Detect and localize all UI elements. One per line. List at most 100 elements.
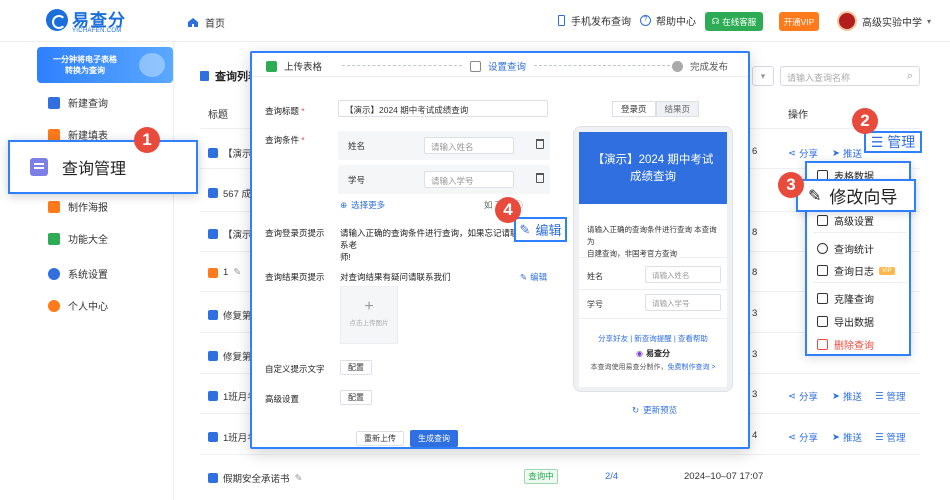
query-conditions-label: 查询条件 * xyxy=(265,134,305,146)
table-row-title[interactable]: 修复第 xyxy=(208,349,252,363)
filter-select[interactable]: ▾ xyxy=(752,66,774,86)
edit-icon[interactable]: ✎ xyxy=(233,267,241,278)
vip-button[interactable]: 开通VIP xyxy=(779,12,819,31)
table-row-title[interactable]: 【演示 xyxy=(208,146,252,160)
tip-line: 请输入正确的查询条件进行查询，如果忘记请联系老 xyxy=(340,228,519,250)
row-divider xyxy=(200,454,920,455)
menu-item-export[interactable]: 导出数据 xyxy=(817,314,874,329)
table-row-title[interactable]: 修复第 xyxy=(208,308,252,322)
send-icon: ➤ xyxy=(832,147,840,159)
menu-item-clone[interactable]: 克隆查询 xyxy=(817,291,874,306)
preview-description: 请输入正确的查询条件进行查询 本查询为 自建查询，非国考官方查询 xyxy=(587,224,721,260)
preview-id-label: 学号 xyxy=(587,300,603,309)
config-button[interactable]: 配置 xyxy=(340,360,372,375)
pencil-icon: ✎ xyxy=(808,187,822,205)
home-icon xyxy=(188,18,198,27)
link-label: 选择更多 xyxy=(351,200,386,210)
push-label: 推送 xyxy=(842,392,862,403)
preview-brand: ◉ 易查分 xyxy=(579,348,727,359)
callout-edit[interactable]: ✎ 编辑 xyxy=(514,217,567,242)
new-form-icon xyxy=(48,128,60,141)
menu-item-advanced[interactable]: 高级设置 xyxy=(817,213,874,228)
edit-icon[interactable]: ✎ xyxy=(295,473,303,484)
menu-icon: ☰ xyxy=(875,390,884,402)
column-header-title: 标题 xyxy=(208,110,228,121)
trash-icon[interactable] xyxy=(536,139,544,149)
preview-footer: 本查询使用易查分制作，免费制作查询 > xyxy=(579,362,727,372)
login-tip-text: 请输入正确的查询条件进行查询，如果忘记请联系老 师! xyxy=(340,227,520,263)
edit-link[interactable]: ✎ 编辑 xyxy=(520,271,547,283)
preview-divider xyxy=(579,289,727,290)
result-tip-label: 查询结果页提示 xyxy=(265,272,325,282)
pencil-icon: ✎ xyxy=(520,272,528,282)
manage-link[interactable]: ☰ 管理 xyxy=(875,389,906,404)
push-link[interactable]: ➤ 推送 xyxy=(832,430,862,445)
table-row-title[interactable]: 567 成 xyxy=(208,186,251,200)
callout-query-management[interactable]: 查询管理 xyxy=(8,140,198,194)
menu-item-log[interactable]: 查询日志 VIP xyxy=(817,263,895,278)
callout-manage[interactable]: ☰ 管理 xyxy=(864,131,922,153)
preview-title-line: 【演示】2024 期中考试 xyxy=(592,154,714,166)
row-title-text: 修复第 xyxy=(223,352,252,363)
step-number-badge: 3 xyxy=(778,172,804,198)
menu-item-delete[interactable]: 删除查询 xyxy=(817,337,874,352)
wizard-steps: 上传表格 设置查询 完成发布 xyxy=(252,53,748,77)
push-link[interactable]: ➤ 推送 xyxy=(832,146,862,161)
row-title-text: 修复第 xyxy=(223,311,252,322)
table-row-title[interactable]: 【演示 xyxy=(208,227,252,241)
table-row-title[interactable]: 假期安全承诺书 ✎ xyxy=(208,471,302,485)
condition-placeholder-input[interactable]: 请输入姓名 xyxy=(424,137,514,154)
sidebar-item-settings[interactable]: 系统设置 xyxy=(48,266,108,281)
reupload-button[interactable]: 重新上传 xyxy=(356,431,404,446)
callout-edit-wizard[interactable]: ✎ 修改向导 xyxy=(796,179,916,212)
step-publish[interactable]: 完成发布 xyxy=(672,59,728,73)
tab-result-page[interactable]: 结果页 xyxy=(655,101,700,117)
advanced-config-button[interactable]: 配置 xyxy=(340,390,372,405)
menu-icon: ☰ xyxy=(875,431,884,443)
condition-placeholder-input[interactable]: 请输入学号 xyxy=(424,171,514,188)
sidebar-item-label: 功能大全 xyxy=(68,235,108,246)
footer-text: 本查询使用易查分制作， xyxy=(590,364,668,371)
share-link[interactable]: ⋖ 分享 xyxy=(788,389,818,404)
menu-item-stats[interactable]: 查询统计 xyxy=(817,241,874,256)
step-upload-table[interactable]: 上传表格 xyxy=(266,59,322,73)
share-link[interactable]: ⋖ 分享 xyxy=(788,430,818,445)
progress-count[interactable]: 2/4 xyxy=(605,471,618,482)
generate-query-button[interactable]: 生成查询 xyxy=(410,430,458,447)
brand-logo-icon: ◉ xyxy=(636,349,643,358)
preview-name-input: 请输入姓名 xyxy=(645,266,721,283)
row-title-text: 1 xyxy=(223,267,229,278)
online-service-button[interactable]: ☊ 在线客服 xyxy=(705,12,763,31)
push-link[interactable]: ➤ 推送 xyxy=(832,389,862,404)
mobile-publish-link[interactable]: 手机发布查询 xyxy=(558,13,631,28)
share-link[interactable]: ⋖ 分享 xyxy=(788,146,818,161)
home-link[interactable]: 首页 xyxy=(187,15,225,30)
image-upload[interactable]: + 点击上传图片 xyxy=(340,286,398,344)
query-title-input[interactable]: 【演示】2024 期中考试成绩查询 xyxy=(338,100,548,117)
tab-login-page[interactable]: 登录页 xyxy=(612,101,656,117)
row-title-text: 假期安全承诺书 xyxy=(223,474,290,485)
condition-row: 姓名 请输入姓名 xyxy=(338,131,550,160)
help-center-link[interactable]: ? 帮助中心 xyxy=(640,13,696,28)
footer-link: 免费制作查询 > xyxy=(667,364,716,371)
step-setup-query[interactable]: 设置查询 xyxy=(470,59,526,73)
logo[interactable]: 易查分 YICHAFEN.COM xyxy=(46,9,126,34)
sidebar-item-new-query[interactable]: 新建查询 xyxy=(48,95,108,110)
user-icon xyxy=(48,299,60,312)
sidebar-banner[interactable]: 一分钟将电子表格 转换为查询 xyxy=(37,47,173,83)
user-menu[interactable]: 高级实验中学 ▾ xyxy=(837,11,931,31)
search-input[interactable]: 请输入查询名称 ⌕ xyxy=(780,66,920,86)
refresh-preview-link[interactable]: ↻ 更新预览 xyxy=(632,404,677,416)
sidebar-item-features[interactable]: 功能大全 xyxy=(48,231,108,246)
table-row-title[interactable]: 1 ✎ xyxy=(208,267,241,278)
mobile-publish-label: 手机发布查询 xyxy=(571,17,631,28)
sidebar-item-profile[interactable]: 个人中心 xyxy=(48,298,108,313)
form-icon xyxy=(470,60,481,72)
headset-icon: ☊ xyxy=(711,16,720,26)
logo-subtext: YICHAFEN.COM xyxy=(72,28,122,34)
doc-icon xyxy=(208,432,218,442)
trash-icon[interactable] xyxy=(536,173,544,183)
manage-link[interactable]: ☰ 管理 xyxy=(875,430,906,445)
select-more-link[interactable]: ⊕ 选择更多 xyxy=(340,199,385,211)
sidebar-item-poster[interactable]: 制作海报 xyxy=(48,199,108,214)
